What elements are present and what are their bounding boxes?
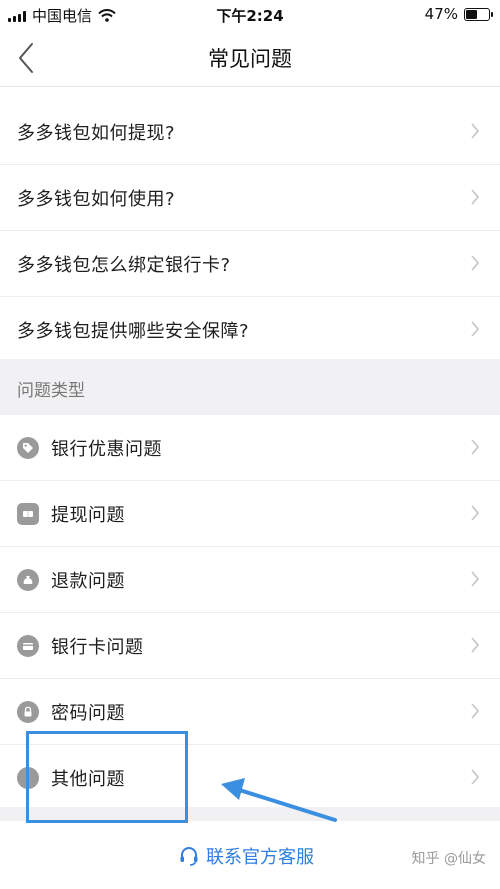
chevron-right-icon xyxy=(471,439,480,455)
faq-item-label: 多多钱包怎么绑定银行卡? xyxy=(17,254,231,276)
battery-percent: 47% xyxy=(424,5,458,23)
faq-list: 多多钱包如何提现? 多多钱包如何使用? 多多钱包怎么绑定银行卡? 多多钱包提供哪… xyxy=(0,99,500,363)
chevron-right-icon xyxy=(471,189,480,205)
chevron-right-icon xyxy=(471,321,480,337)
faq-item-label: 多多钱包如何使用? xyxy=(17,188,176,210)
ticket-icon xyxy=(17,502,39,525)
chevron-right-icon xyxy=(471,769,480,785)
highlight-box xyxy=(26,731,188,823)
category-item-bank-card[interactable]: 银行卡问题 xyxy=(0,613,500,679)
faq-item[interactable]: 多多钱包如何使用? xyxy=(0,165,500,231)
category-item-withdraw[interactable]: 提现问题 xyxy=(0,481,500,547)
category-label: 银行优惠问题 xyxy=(51,438,162,460)
chevron-right-icon xyxy=(471,255,480,271)
faq-item-label: 多多钱包如何提现? xyxy=(17,122,176,144)
battery-fill xyxy=(466,9,478,19)
contact-service-button[interactable]: 联系官方客服 xyxy=(178,843,314,869)
battery-icon xyxy=(464,7,493,21)
chevron-right-icon xyxy=(471,505,480,521)
nav-bar: 常见问题 xyxy=(0,30,500,87)
contact-service-label: 联系官方客服 xyxy=(206,847,314,868)
faq-item[interactable]: 多多钱包提供哪些安全保障? xyxy=(0,297,500,363)
status-bar: 中国电信 下午2:24 47% xyxy=(0,0,500,30)
lock-icon xyxy=(17,700,39,723)
page-title: 常见问题 xyxy=(208,47,292,71)
category-label: 退款问题 xyxy=(51,570,125,592)
chevron-right-icon xyxy=(471,571,480,587)
faq-item[interactable]: 多多钱包如何提现? xyxy=(0,99,500,165)
annotation-arrow xyxy=(221,778,337,822)
status-right: 47% xyxy=(424,5,493,23)
faq-item[interactable]: 多多钱包怎么绑定银行卡? xyxy=(0,231,500,297)
category-item-bank-offers[interactable]: 银行优惠问题 xyxy=(0,415,500,481)
category-label: 银行卡问题 xyxy=(51,636,144,658)
category-label: 密码问题 xyxy=(51,702,125,724)
category-label: 提现问题 xyxy=(51,504,125,526)
headset-icon xyxy=(180,847,198,866)
category-item-refund[interactable]: 退款问题 xyxy=(0,547,500,613)
chevron-right-icon xyxy=(471,703,480,719)
money-bag-icon xyxy=(17,568,39,591)
chevron-right-icon xyxy=(471,123,480,139)
section-header: 问题类型 xyxy=(0,359,500,415)
card-icon xyxy=(17,634,39,657)
chevron-right-icon xyxy=(471,637,480,653)
watermark: 知乎 @仙女 xyxy=(411,851,486,867)
contact-bar: 联系官方客服 知乎 @仙女 xyxy=(0,821,500,889)
faq-item-label: 多多钱包提供哪些安全保障? xyxy=(17,320,250,342)
section-title: 问题类型 xyxy=(17,381,85,401)
tag-icon xyxy=(17,436,39,459)
